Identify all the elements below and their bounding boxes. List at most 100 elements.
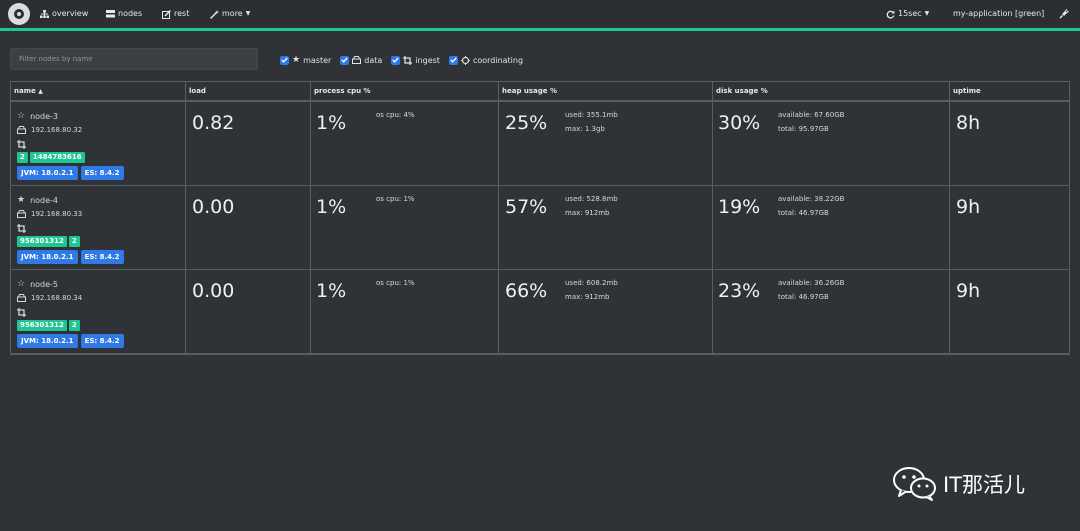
uptime-cell: 9h [949, 270, 1069, 353]
plug-icon [1059, 9, 1069, 19]
nodes-table: name ▲ load process cpu % heap usage % d… [10, 81, 1070, 355]
filter-nodes-input[interactable] [10, 48, 258, 70]
heap-cell: 66% used: 608.2mb max: 912mb [498, 270, 712, 353]
os-cpu-value: os cpu: 1% [376, 279, 415, 287]
load-value: 0.00 [192, 196, 235, 218]
disk-value: 23% [718, 280, 761, 302]
column-header-load[interactable]: load [185, 82, 310, 101]
watermark-text: IT那活儿 [943, 473, 1026, 497]
role-filter-ingest[interactable]: ingest [391, 55, 440, 65]
nav-overview[interactable]: overview [40, 7, 88, 21]
heap-used: used: 355.1mb [565, 111, 618, 119]
node-name-cell: ★ node-4 192.168.80.33 956301312 2 JVM: 18… [11, 186, 185, 269]
heap-value: 66% [505, 280, 548, 302]
uptime-value: 9h [956, 196, 981, 218]
sort-asc-icon: ▲ [38, 88, 43, 95]
uptime-cell: 9h [949, 186, 1069, 269]
role-filter-data[interactable]: data [340, 55, 382, 65]
disk-value: 19% [718, 196, 761, 218]
node-name[interactable]: node-5 [30, 280, 58, 289]
nav-nodes-label: nodes [118, 9, 143, 18]
es-version-tag: ES: 8.4.2 [80, 166, 124, 180]
heap-value: 25% [505, 112, 548, 134]
nav-rest-label: rest [174, 9, 190, 18]
column-header-cpu[interactable]: process cpu % [310, 82, 498, 101]
checkbox-checked-icon[interactable] [448, 55, 458, 65]
watermark: IT那活儿 [893, 467, 1025, 501]
column-header-heap[interactable]: heap usage % [498, 82, 712, 101]
column-header-disk[interactable]: disk usage % [712, 82, 949, 101]
heap-max: max: 1.3gb [565, 125, 605, 133]
cerebro-logo-icon[interactable] [8, 3, 30, 25]
role-filters: ★ master data ingest coordinating [280, 55, 523, 65]
hdd-icon [17, 210, 26, 218]
checkbox-checked-icon[interactable] [340, 55, 350, 65]
load-cell: 0.82 [185, 102, 310, 185]
role-label: ingest [415, 55, 440, 65]
wechat-icon [893, 467, 936, 501]
nav-more-label: more [222, 9, 243, 18]
load-cell: 0.00 [185, 186, 310, 269]
caret-down-icon: ▼ [924, 10, 930, 17]
disk-available: available: 38.22GB [778, 195, 845, 203]
os-cpu-value: os cpu: 4% [376, 111, 415, 119]
uptime-value: 8h [956, 112, 981, 134]
node-name[interactable]: node-4 [30, 196, 58, 205]
load-value: 0.82 [192, 112, 235, 134]
heap-value: 57% [505, 196, 548, 218]
star-outline-icon: ☆ [17, 111, 26, 121]
role-filter-master[interactable]: ★ master [280, 55, 331, 65]
disconnect-button[interactable] [1059, 7, 1069, 21]
disk-cell: 19% available: 38.22GB total: 46.97GB [712, 186, 949, 269]
table-row: ☆ node-5 192.168.80.34 956301312 2 JVM: 18… [11, 270, 1069, 354]
node-ip: 192.168.80.34 [31, 294, 83, 302]
role-filter-coordinating[interactable]: coordinating [448, 55, 524, 65]
hdd-icon [17, 294, 26, 302]
refresh-icon [886, 10, 895, 19]
star-icon: ★ [292, 55, 301, 65]
node-name[interactable]: node-3 [30, 112, 58, 121]
table-header: name ▲ load process cpu % heap usage % d… [11, 82, 1069, 102]
disk-cell: 23% available: 36.26GB total: 46.97GB [712, 270, 949, 353]
caret-down-icon: ▼ [245, 10, 251, 17]
sitemap-icon [40, 10, 49, 18]
node-badge: 1484783616 [29, 152, 85, 163]
crosshairs-icon [460, 55, 470, 65]
star-outline-icon: ☆ [17, 279, 26, 289]
node-name-cell: ☆ node-5 192.168.80.34 956301312 2 JVM: 18… [11, 270, 185, 353]
hdd-icon [352, 56, 362, 64]
cluster-name-label: my-application [green] [953, 9, 1045, 18]
role-label: master [303, 55, 332, 65]
jvm-version-tag: JVM: 18.0.2.1 [17, 334, 78, 348]
node-badge: 2 [68, 320, 80, 331]
star-filled-icon: ★ [17, 195, 26, 205]
heap-cell: 57% used: 528.8mb max: 912mb [498, 186, 712, 269]
column-header-name[interactable]: name ▲ [11, 82, 185, 101]
column-header-uptime[interactable]: uptime [949, 82, 1069, 101]
refresh-interval-dropdown[interactable]: 15sec ▼ [886, 7, 929, 21]
node-badge: 2 [68, 236, 80, 247]
nav-rest[interactable]: rest [162, 7, 189, 21]
checkbox-checked-icon[interactable] [391, 55, 401, 65]
node-badge: 956301312 [17, 320, 67, 331]
crop-icon [17, 307, 26, 317]
disk-total: total: 95.97GB [778, 125, 829, 133]
heap-cell: 25% used: 355.1mb max: 1.3gb [498, 102, 712, 185]
disk-available: available: 36.26GB [778, 279, 845, 287]
disk-cell: 30% available: 67.60GB total: 95.97GB [712, 102, 949, 185]
load-value: 0.00 [192, 280, 235, 302]
cpu-cell: 1% os cpu: 4% [310, 102, 498, 185]
es-version-tag: ES: 8.4.2 [80, 250, 124, 264]
node-badge: 2 [17, 152, 28, 163]
cpu-cell: 1% os cpu: 1% [310, 186, 498, 269]
nav-nodes[interactable]: nodes [106, 7, 142, 21]
uptime-value: 9h [956, 280, 981, 302]
nav-more-dropdown[interactable]: more ▼ [210, 7, 250, 21]
checkbox-checked-icon[interactable] [280, 55, 289, 65]
disk-total: total: 46.97GB [778, 209, 829, 217]
heap-used: used: 528.8mb [565, 195, 618, 203]
disk-total: total: 46.97GB [778, 293, 829, 301]
role-label: coordinating [472, 55, 524, 65]
edit-icon [162, 9, 171, 19]
cluster-selector[interactable]: my-application [green] [953, 7, 1044, 21]
